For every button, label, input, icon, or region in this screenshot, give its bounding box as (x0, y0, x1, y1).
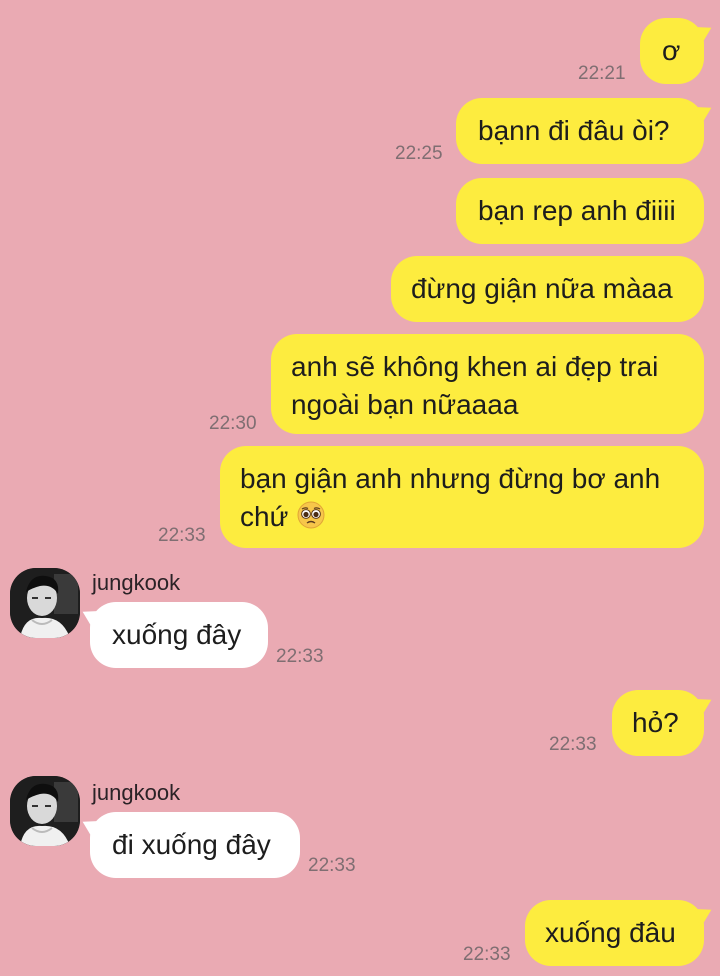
message-timestamp: 22:30 (209, 413, 257, 434)
message-timestamp: 22:25 (395, 143, 443, 164)
message-timestamp: 22:21 (578, 63, 626, 84)
pleading-face-emoji (296, 500, 326, 540)
outgoing-message[interactable]: xuống đâu (525, 900, 704, 966)
chat-thread: ơ 22:21 bạnn đi đâu òi? 22:25 bạn rep an… (0, 0, 720, 976)
message-timestamp: 22:33 (463, 944, 511, 965)
message-text: hỏ? (632, 707, 679, 738)
outgoing-message[interactable]: bạn giận anh nhưng đừng bơ anh chứ (220, 446, 704, 548)
sender-name: jungkook (92, 570, 181, 595)
message-text: xuống đâu (545, 917, 676, 948)
message-text: bạnn đi đâu òi? (478, 115, 670, 146)
message-text: đừng giận nữa màaa (411, 273, 673, 304)
avatar[interactable] (10, 776, 80, 846)
message-text: bạn rep anh điiii (478, 195, 676, 226)
outgoing-message[interactable]: anh sẽ không khen ai đẹp trai ngoài bạn … (271, 334, 704, 434)
sender-name: jungkook (92, 780, 181, 805)
outgoing-message[interactable]: bạnn đi đâu òi? (456, 98, 704, 164)
incoming-message[interactable]: đi xuống đây (90, 812, 300, 878)
avatar[interactable] (10, 568, 80, 638)
message-text: đi xuống đây (112, 829, 271, 860)
message-text: xuống đây (112, 619, 242, 650)
message-timestamp: 22:33 (549, 734, 597, 755)
outgoing-message[interactable]: đừng giận nữa màaa (391, 256, 704, 322)
message-text: anh sẽ không khen ai đẹp trai ngoài bạn … (291, 351, 659, 420)
message-timestamp: 22:33 (158, 525, 206, 546)
incoming-message[interactable]: xuống đây (90, 602, 268, 668)
outgoing-message[interactable]: hỏ? (612, 690, 704, 756)
outgoing-message[interactable]: ơ (640, 18, 704, 84)
outgoing-message[interactable]: bạn rep anh điiii (456, 178, 704, 244)
message-text: ơ (662, 35, 681, 66)
message-timestamp: 22:33 (308, 855, 356, 876)
message-timestamp: 22:33 (276, 646, 324, 667)
